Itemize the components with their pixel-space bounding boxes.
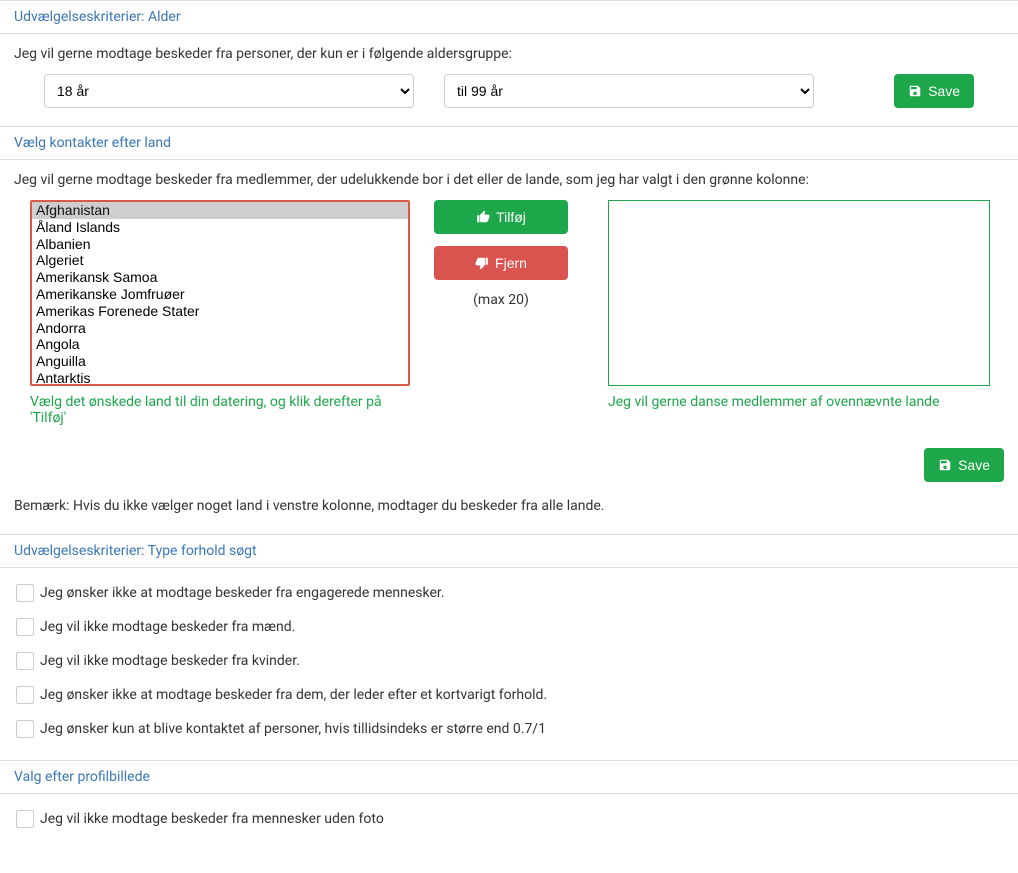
section-title-age: Udvælgelseskriterier: Alder xyxy=(0,0,1018,34)
save-age-label: Save xyxy=(928,83,960,99)
photo-options: Jeg vil ikke modtage beskeder fra mennes… xyxy=(0,794,1018,850)
country-option[interactable]: Anguilla xyxy=(32,353,408,370)
photo-option[interactable]: Jeg vil ikke modtage beskeder fra mennes… xyxy=(2,802,1016,836)
left-hint: Vælg det ønskede land til din datering, … xyxy=(30,394,410,426)
country-option[interactable]: Antarktis xyxy=(32,370,408,386)
relationship-option-label: Jeg ønsker ikke at modtage beskeder fra … xyxy=(40,585,445,601)
relationship-option[interactable]: Jeg ønsker ikke at modtage beskeder fra … xyxy=(2,576,1016,610)
add-label: Tilføj xyxy=(496,209,526,225)
relationship-option-label: Jeg vil ikke modtage beskeder fra kvinde… xyxy=(40,653,300,669)
age-to-select[interactable]: til 99 år xyxy=(444,74,814,108)
selected-countries-box[interactable] xyxy=(608,200,990,386)
country-option[interactable]: Afghanistan xyxy=(32,202,408,219)
thumbs-up-icon xyxy=(476,210,490,224)
relationship-option-label: Jeg vil ikke modtage beskeder fra mænd. xyxy=(40,619,295,635)
relationship-option[interactable]: Jeg vil ikke modtage beskeder fra mænd. xyxy=(2,610,1016,644)
relationship-option[interactable]: Jeg ønsker ikke at modtage beskeder fra … xyxy=(2,678,1016,712)
country-description: Jeg vil gerne modtage beskeder fra medle… xyxy=(14,172,1004,188)
checkbox[interactable] xyxy=(16,720,34,738)
save-icon xyxy=(908,84,922,98)
section-title-country: Vælg kontakter efter land xyxy=(0,126,1018,160)
age-from-select[interactable]: 18 år xyxy=(44,74,414,108)
country-option[interactable]: Åland Islands xyxy=(32,219,408,236)
max-note: (max 20) xyxy=(426,292,576,308)
save-age-button[interactable]: Save xyxy=(894,74,974,108)
save-country-label: Save xyxy=(958,457,990,473)
remove-label: Fjern xyxy=(495,255,527,271)
checkbox[interactable] xyxy=(16,584,34,602)
country-option[interactable]: Albanien xyxy=(32,236,408,253)
country-option[interactable]: Amerikansk Samoa xyxy=(32,269,408,286)
checkbox[interactable] xyxy=(16,618,34,636)
relationship-option-label: Jeg ønsker ikke at modtage beskeder fra … xyxy=(40,687,547,703)
relationship-option-label: Jeg ønsker kun at blive kontaktet af per… xyxy=(40,721,546,737)
save-country-button[interactable]: Save xyxy=(924,448,1004,482)
section-body-age: Jeg vil gerne modtage beskeder fra perso… xyxy=(0,34,1018,126)
section-title-relationship: Udvælgelseskriterier: Type forhold søgt xyxy=(0,534,1018,568)
right-hint: Jeg vil gerne danse medlemmer af ovennæv… xyxy=(608,394,990,410)
relationship-options: Jeg ønsker ikke at modtage beskeder fra … xyxy=(0,568,1018,760)
add-country-button[interactable]: Tilføj xyxy=(434,200,568,234)
section-title-photo: Valg efter profilbillede xyxy=(0,760,1018,794)
country-option[interactable]: Amerikas Forenede Stater xyxy=(32,303,408,320)
relationship-option[interactable]: Jeg ønsker kun at blive kontaktet af per… xyxy=(2,712,1016,746)
checkbox[interactable] xyxy=(16,652,34,670)
save-icon xyxy=(938,458,952,472)
section-body-country: Jeg vil gerne modtage beskeder fra medle… xyxy=(0,160,1018,444)
country-option[interactable]: Andorra xyxy=(32,320,408,337)
country-option[interactable]: Algeriet xyxy=(32,252,408,269)
relationship-option[interactable]: Jeg vil ikke modtage beskeder fra kvinde… xyxy=(2,644,1016,678)
country-option[interactable]: Angola xyxy=(32,336,408,353)
country-note: Bemærk: Hvis du ikke vælger noget land i… xyxy=(0,494,1018,534)
checkbox[interactable] xyxy=(16,686,34,704)
thumbs-down-icon xyxy=(475,256,489,270)
photo-option-label: Jeg vil ikke modtage beskeder fra mennes… xyxy=(40,811,384,827)
checkbox[interactable] xyxy=(16,810,34,828)
country-option[interactable]: Amerikanske Jomfruøer xyxy=(32,286,408,303)
remove-country-button[interactable]: Fjern xyxy=(434,246,568,280)
available-countries-list[interactable]: AfghanistanÅland IslandsAlbanienAlgeriet… xyxy=(30,200,410,386)
age-description: Jeg vil gerne modtage beskeder fra perso… xyxy=(14,46,1004,62)
